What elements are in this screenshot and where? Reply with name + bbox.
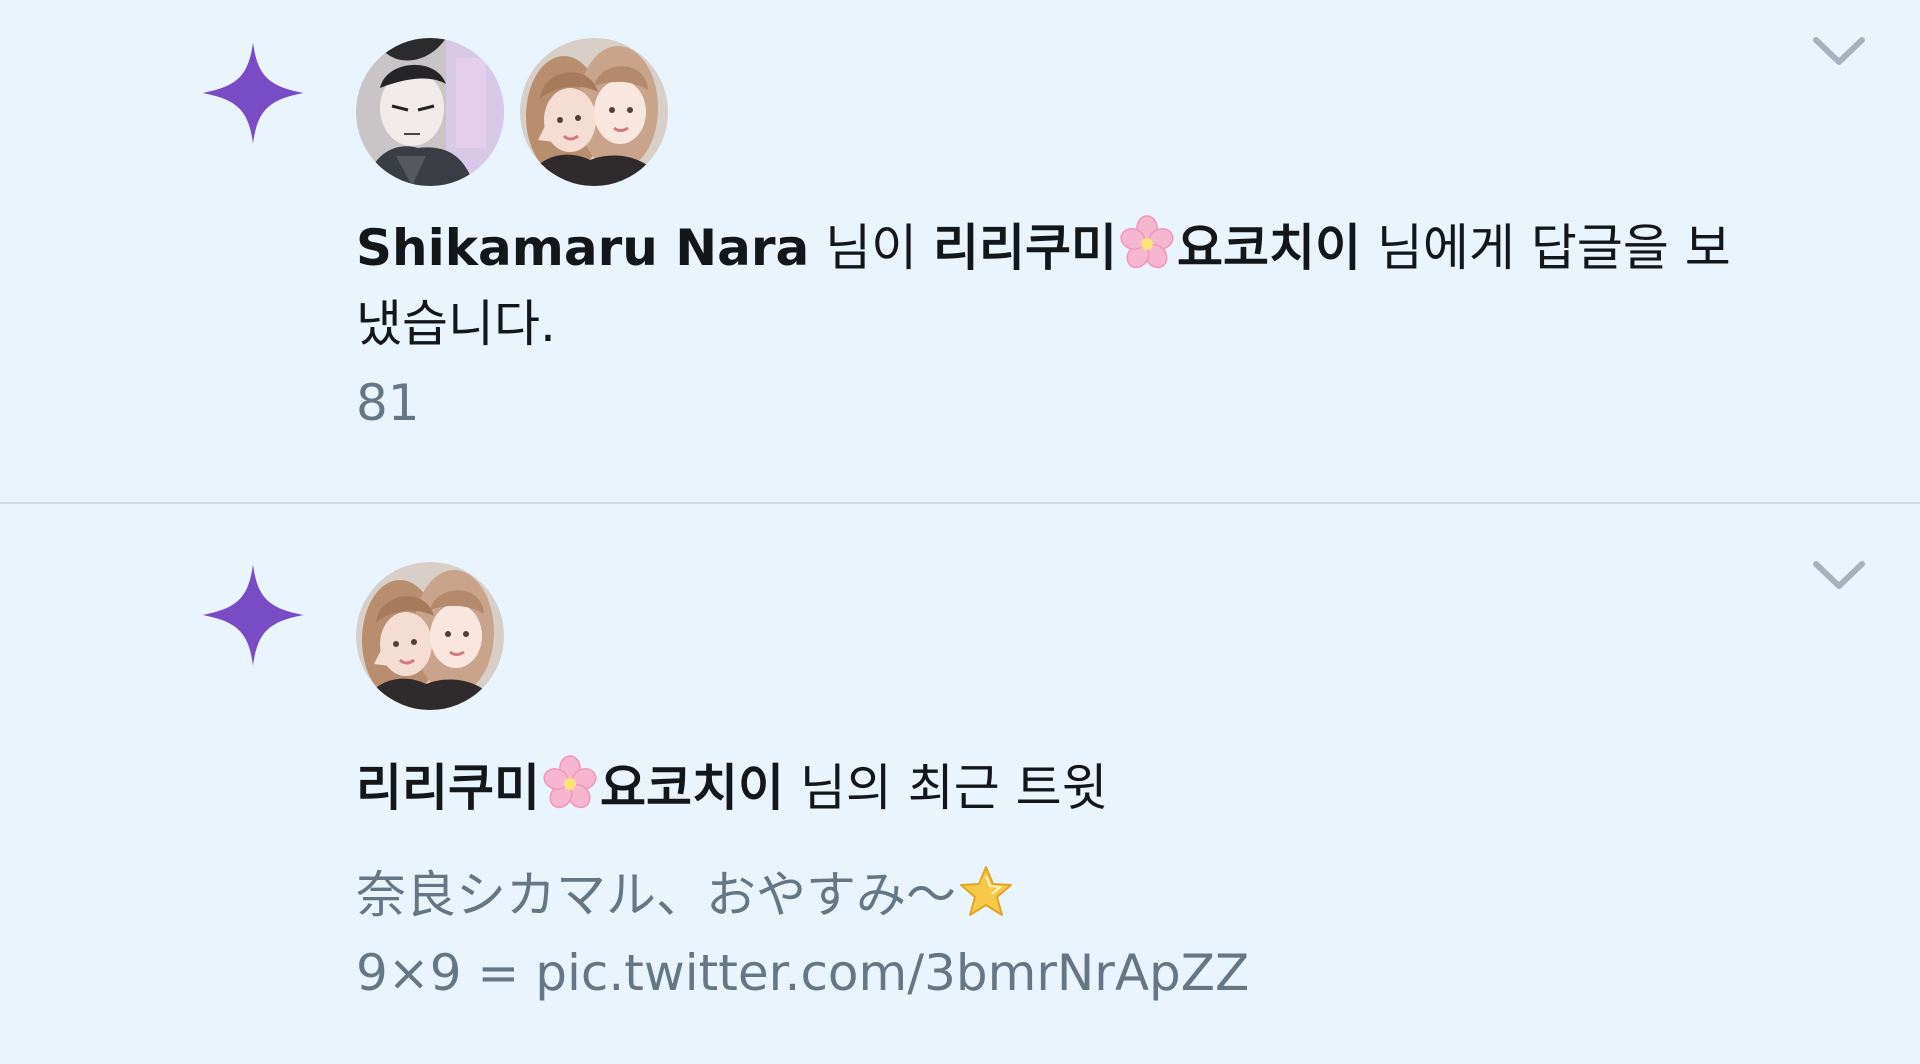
- target-name-part-b[interactable]: 요코치이: [1177, 219, 1361, 277]
- recent-tweet-notification[interactable]: 리리쿠미 요코치이 님의 최근 트윗 奈良シカマル、おやすみ〜 9×9 = pi…: [0, 506, 1920, 1064]
- cherry-blossom-emoji: [542, 755, 598, 811]
- avatar-shikamaru[interactable]: [356, 38, 504, 186]
- sparkle-icon: [202, 42, 304, 144]
- target-name-part-b[interactable]: 요코치이: [600, 759, 784, 817]
- tweet-text-line-1: 奈良シカマル、おやすみ〜: [356, 866, 956, 924]
- cherry-blossom-emoji: [1119, 215, 1175, 271]
- chevron-down-icon[interactable]: [1810, 32, 1868, 70]
- reply-notification[interactable]: Shikamaru Nara 님이 리리쿠미 요코치이 님에게 답글을 보냈습니…: [0, 0, 1920, 504]
- tweet-line-2: 9×9 = pic.twitter.com/3bmrNrApZZ: [356, 934, 1249, 1012]
- reply-count: 81: [356, 374, 420, 432]
- avatar-rirukumi[interactable]: [520, 38, 668, 186]
- avatar-group: [356, 38, 668, 186]
- chevron-down-icon[interactable]: [1810, 556, 1868, 594]
- tweet-line-1: 奈良シカマル、おやすみ〜: [356, 856, 1249, 934]
- tweet-image-link[interactable]: pic.twitter.com/3bmrNrApZZ: [535, 944, 1249, 1002]
- notification-text: 리리쿠미 요코치이 님의 최근 트윗: [356, 750, 1776, 826]
- target-name-part-a[interactable]: 리리쿠미: [356, 759, 540, 817]
- tweet-text-line-2: 9×9 =: [356, 944, 536, 1002]
- target-name-part-a[interactable]: 리리쿠미: [933, 219, 1117, 277]
- tweet-preview[interactable]: 奈良シカマル、おやすみ〜 9×9 = pic.twitter.com/3bmrN…: [356, 856, 1249, 1012]
- avatar-group: [356, 562, 504, 710]
- actor-name[interactable]: Shikamaru Nara: [356, 219, 809, 277]
- notification-feed: Shikamaru Nara 님이 리리쿠미 요코치이 님에게 답글을 보냈습니…: [0, 0, 1920, 1064]
- notification-verb: 님이: [809, 219, 934, 277]
- notification-suffix: 님의 최근 트윗: [784, 759, 1108, 817]
- sparkle-icon: [202, 564, 304, 666]
- avatar-rirukumi[interactable]: [356, 562, 504, 710]
- star-emoji: [958, 864, 1014, 920]
- notification-text: Shikamaru Nara 님이 리리쿠미 요코치이 님에게 답글을 보냈습니…: [356, 210, 1776, 362]
